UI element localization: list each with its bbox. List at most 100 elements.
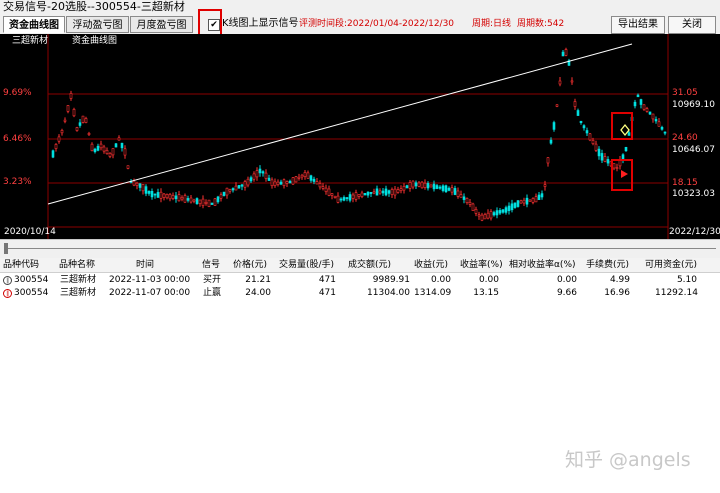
col-fee[interactable]: 手续费(元) (586, 258, 629, 272)
candle-body (108, 153, 112, 157)
candle-body (507, 205, 511, 211)
col-profit[interactable]: 收益(元) (414, 258, 448, 272)
col-volume[interactable]: 交易量(股/手) (279, 258, 334, 272)
col-code[interactable]: 品种代码 (3, 258, 39, 272)
cell-amount: 9989.91 (372, 275, 410, 285)
candle-body (195, 198, 199, 205)
cell-profit: 1314.09 (414, 288, 452, 298)
date-start-label: 2020/10/14 (4, 227, 56, 237)
candle-body (501, 209, 505, 213)
candle-body (489, 211, 493, 219)
candle-body (651, 113, 655, 120)
candle-body (114, 143, 118, 148)
candle-body (198, 199, 202, 204)
candle-body (180, 197, 184, 200)
trade-table: 品种代码 品种名称 时间 信号 价格(元) 交易量(股/手) 成交额(元) 收益… (0, 258, 720, 493)
candle-body (264, 172, 268, 179)
tab-floating-pnl[interactable]: 浮动盈亏图 (66, 16, 129, 33)
candle-body (246, 178, 250, 186)
candle-body (438, 186, 442, 189)
candle-body (492, 212, 496, 216)
scroll-thumb[interactable] (4, 243, 8, 254)
cell-profit: 0.00 (430, 275, 451, 285)
cell-name: 三超新材 (60, 275, 97, 285)
candle-body (378, 190, 382, 194)
candle-body (315, 181, 319, 185)
candle-body (462, 196, 466, 200)
candle-body (576, 110, 580, 116)
col-amount[interactable]: 成交额(元) (348, 258, 391, 272)
col-alpha[interactable]: 相对收益率α(%) (509, 258, 576, 272)
cell-code: 300554 (14, 275, 49, 285)
col-price[interactable]: 价格(元) (233, 258, 267, 272)
candle-body (207, 199, 211, 207)
chart-scrollbar[interactable] (0, 239, 720, 258)
export-button[interactable]: 导出结果 (611, 16, 665, 34)
candle-body (279, 181, 283, 185)
cell-price: 21.21 (245, 275, 271, 285)
table-row[interactable]: ∥ 300554 三超新材 2022-11-07 00:00 止赢 24.00 … (0, 287, 720, 300)
cell-fee: 16.96 (604, 288, 630, 298)
candle-body (357, 194, 361, 197)
candle-body (543, 184, 547, 187)
candle-body (525, 197, 529, 205)
candle-body (522, 199, 526, 204)
candle-body (534, 196, 538, 203)
candle-body (504, 207, 508, 213)
candle-body (336, 195, 340, 203)
candle-body (252, 173, 256, 180)
candle-body (111, 148, 115, 156)
legend-equity: 资金曲线图 (72, 36, 118, 46)
cell-signal: 买开 (203, 275, 222, 285)
candle-body (555, 104, 559, 107)
candle-body (138, 183, 142, 188)
candle-body (117, 137, 121, 141)
tab-equity-curve[interactable]: 资金曲线图 (3, 16, 65, 33)
candle-body (513, 202, 517, 208)
candle-body (57, 136, 61, 142)
kline-chart: 三超新材 资金曲线图 9.69% 6.46% 3.23% 31.05 10969… (0, 34, 720, 239)
col-signal[interactable]: 信号 (202, 258, 220, 272)
candle-body (648, 111, 652, 115)
candle-body (627, 132, 631, 136)
candle-body (342, 197, 346, 201)
candle-body (390, 189, 394, 195)
tab-monthly-pnl[interactable]: 月度盈亏图 (130, 16, 193, 33)
candle-body (423, 182, 427, 188)
cell-amount: 11304.00 (367, 288, 410, 298)
candle-body (573, 101, 577, 107)
candle-body (657, 121, 661, 127)
candle-body (519, 200, 523, 204)
price-axis-label: 9.69% (3, 88, 32, 98)
candle-body (333, 195, 337, 198)
candle-body (360, 192, 364, 197)
col-name[interactable]: 品种名称 (59, 258, 95, 272)
candle-body (546, 157, 550, 164)
candle-body (261, 171, 265, 174)
col-return[interactable]: 收益率(%) (460, 258, 503, 272)
table-row[interactable]: ∥ 300554 三超新材 2022-11-03 00:00 买开 21.21 … (0, 274, 720, 287)
candle-body (435, 185, 439, 189)
candle-body (432, 183, 436, 190)
candle-body (51, 150, 55, 158)
candle-body (459, 194, 463, 198)
candle-body (558, 80, 562, 85)
candle-body (417, 182, 421, 187)
candle-body (351, 194, 355, 199)
candle-body (144, 186, 148, 194)
candle-body (294, 176, 298, 183)
col-cash[interactable]: 可用资金(元) (645, 258, 697, 272)
col-time[interactable]: 时间 (136, 258, 154, 272)
candle-body (414, 182, 418, 187)
close-button[interactable]: 关闭 (668, 16, 716, 34)
candle-body (132, 180, 136, 186)
candle-body (402, 186, 406, 191)
candle-body (405, 185, 409, 189)
candle-body (624, 147, 628, 152)
candle-body (579, 120, 583, 123)
candle-body (453, 188, 457, 195)
show-signals-label: K线图上显示信号 (222, 18, 299, 29)
candle-body (510, 203, 514, 211)
candle-body (549, 139, 553, 144)
candle-body (588, 133, 592, 141)
